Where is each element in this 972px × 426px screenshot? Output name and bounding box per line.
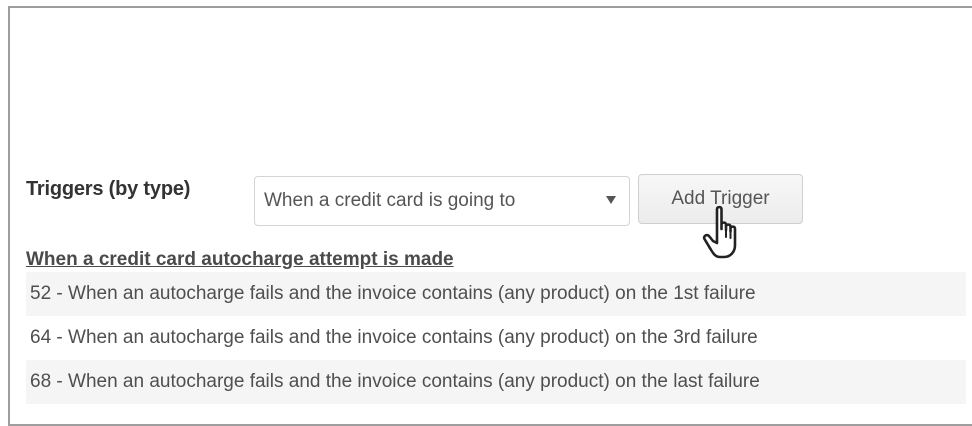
hand-pointer-icon xyxy=(702,205,737,259)
trigger-type-select-value: When a credit card is going to xyxy=(264,190,516,211)
trigger-type-select[interactable]: When a credit card is going to xyxy=(254,176,630,226)
triggers-label: Triggers (by type) xyxy=(26,178,191,200)
caret-down-icon xyxy=(606,196,616,204)
trigger-list-item[interactable]: 64 - When an autocharge fails and the in… xyxy=(26,316,966,360)
trigger-list-item[interactable]: 68 - When an autocharge fails and the in… xyxy=(26,360,966,404)
trigger-row: Triggers (by type) When a credit card is… xyxy=(26,169,972,226)
trigger-list: 52 - When an autocharge fails and the in… xyxy=(26,272,966,404)
trigger-list-item[interactable]: 52 - When an autocharge fails and the in… xyxy=(26,272,966,316)
section-heading: When a credit card autocharge attempt is… xyxy=(26,249,454,270)
